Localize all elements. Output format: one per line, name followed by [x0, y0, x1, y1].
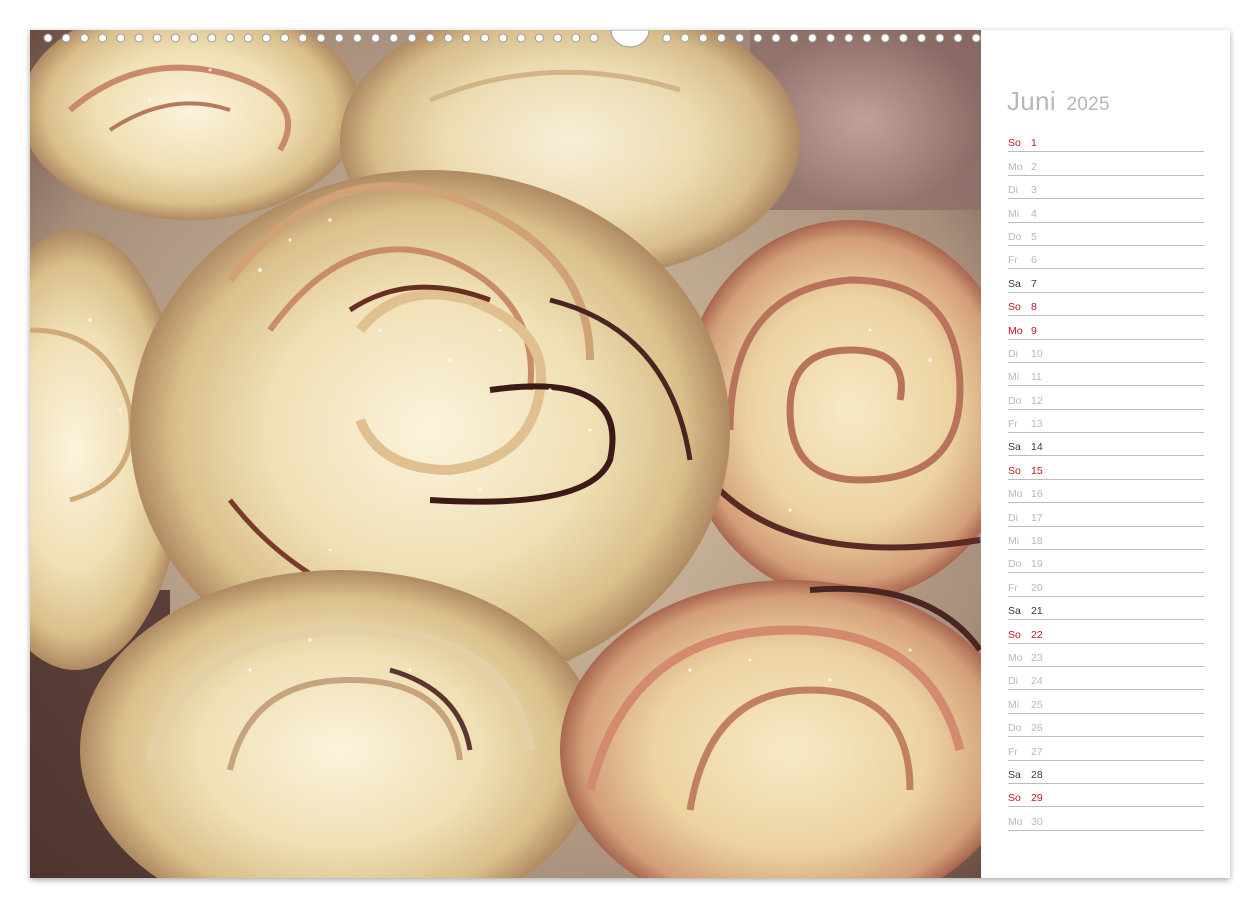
day-number: 2 [1031, 160, 1037, 173]
day-weekday: Mi [1008, 371, 1020, 384]
day-row: Fr 13 [1008, 410, 1204, 434]
day-weekday: Mo [1008, 488, 1023, 501]
day-weekday: Di [1008, 184, 1018, 197]
day-number: 6 [1031, 254, 1037, 267]
day-number: 18 [1031, 535, 1043, 548]
day-weekday: Fr [1008, 254, 1018, 267]
day-weekday: Mi [1008, 535, 1020, 548]
day-number: 22 [1031, 628, 1043, 641]
day-weekday: Mi [1008, 207, 1020, 220]
day-number: 26 [1031, 722, 1043, 735]
calendar-panel: Juni 2025 So 1 Mo 2 Di 3 Mi 4 Do 5 Fr 6 Sa 7 So 8 Mo 9 Di 1… [981, 30, 1230, 878]
day-number: 29 [1031, 792, 1043, 805]
day-row: So 15 [1008, 456, 1204, 480]
day-weekday: So [1008, 628, 1021, 641]
day-row: Di 24 [1008, 667, 1204, 691]
day-row: Do 12 [1008, 386, 1204, 410]
day-row: Do 19 [1008, 550, 1204, 574]
day-number: 9 [1031, 324, 1037, 337]
day-row: Mi 11 [1008, 363, 1204, 387]
day-weekday: Mo [1008, 815, 1023, 828]
day-number: 8 [1031, 301, 1037, 314]
day-weekday: Mo [1008, 324, 1023, 337]
day-number: 28 [1031, 768, 1043, 781]
day-number: 7 [1031, 277, 1037, 290]
day-weekday: Do [1008, 394, 1022, 407]
day-weekday: Di [1008, 511, 1018, 524]
day-number: 30 [1031, 815, 1043, 828]
day-weekday: Mo [1008, 651, 1023, 664]
day-number: 3 [1031, 184, 1037, 197]
day-row: Sa 21 [1008, 597, 1204, 621]
day-row: Sa 7 [1008, 269, 1204, 293]
day-row: Mo 23 [1008, 644, 1204, 667]
day-number: 11 [1031, 371, 1042, 384]
day-number: 1 [1031, 137, 1037, 150]
day-number: 27 [1031, 745, 1043, 758]
day-weekday: Fr [1008, 581, 1018, 594]
day-weekday: Sa [1008, 277, 1021, 290]
day-weekday: Do [1008, 230, 1022, 243]
day-number: 10 [1031, 347, 1043, 360]
day-weekday: Sa [1008, 441, 1021, 454]
day-number: 12 [1031, 394, 1043, 407]
day-row: Sa 14 [1008, 433, 1204, 457]
day-row: Di 3 [1008, 176, 1204, 200]
day-number: 14 [1031, 441, 1043, 454]
day-weekday: Di [1008, 347, 1018, 360]
day-row: So 8 [1008, 293, 1204, 317]
day-number: 15 [1031, 464, 1043, 477]
day-row: Do 5 [1008, 223, 1204, 246]
day-number: 4 [1031, 207, 1037, 220]
day-row: Mo 2 [1008, 152, 1204, 176]
day-weekday: So [1008, 792, 1021, 805]
day-row: So 1 [1008, 129, 1204, 153]
day-row: Do 26 [1008, 714, 1204, 738]
day-weekday: Fr [1008, 745, 1018, 758]
day-row: Fr 20 [1008, 573, 1204, 597]
day-number: 16 [1031, 488, 1043, 501]
year: 2025 [1066, 94, 1110, 115]
month-name: Juni [1007, 86, 1056, 116]
day-weekday: Mo [1008, 160, 1023, 173]
day-weekday: So [1008, 301, 1021, 314]
day-weekday: Do [1008, 722, 1022, 735]
day-number: 20 [1031, 581, 1043, 594]
day-row: Mi 25 [1008, 690, 1204, 714]
calendar-page: Juni 2025 So 1 Mo 2 Di 3 Mi 4 Do 5 Fr 6 Sa 7 So 8 Mo 9 Di 1… [30, 30, 1230, 878]
apple-rose-pastries-photo [30, 30, 981, 878]
day-row: Fr 6 [1008, 246, 1204, 270]
day-weekday: Fr [1008, 418, 1018, 431]
day-number: 25 [1031, 698, 1043, 711]
day-list: So 1 Mo 2 Di 3 Mi 4 Do 5 Fr 6 Sa 7 So 8 Mo 9 Di 10 Mi 11 Do 12 F… [1008, 129, 1204, 831]
day-weekday: Sa [1008, 768, 1021, 781]
day-weekday: Di [1008, 675, 1018, 688]
day-row: Mo 30 [1008, 807, 1204, 831]
day-number: 19 [1031, 558, 1043, 571]
day-weekday: So [1008, 137, 1021, 150]
day-number: 13 [1031, 418, 1043, 431]
day-weekday: So [1008, 464, 1021, 477]
day-row: So 29 [1008, 784, 1204, 808]
day-number: 23 [1031, 651, 1043, 664]
day-row: Sa 28 [1008, 761, 1204, 784]
day-weekday: Do [1008, 558, 1022, 571]
day-row: Fr 27 [1008, 737, 1204, 761]
day-row: Di 17 [1008, 503, 1204, 527]
day-row: Mi 4 [1008, 199, 1204, 223]
day-row: Mi 18 [1008, 527, 1204, 551]
day-number: 21 [1031, 605, 1043, 618]
day-number: 24 [1031, 675, 1043, 688]
day-row: Mo 16 [1008, 480, 1204, 504]
day-row: Di 10 [1008, 340, 1204, 363]
day-number: 17 [1031, 511, 1043, 524]
day-weekday: Sa [1008, 605, 1021, 618]
day-number: 5 [1031, 230, 1037, 243]
day-row: Mo 9 [1008, 316, 1204, 340]
month-title: Juni 2025 [1007, 86, 1110, 117]
day-weekday: Mi [1008, 698, 1020, 711]
day-row: So 22 [1008, 620, 1204, 644]
